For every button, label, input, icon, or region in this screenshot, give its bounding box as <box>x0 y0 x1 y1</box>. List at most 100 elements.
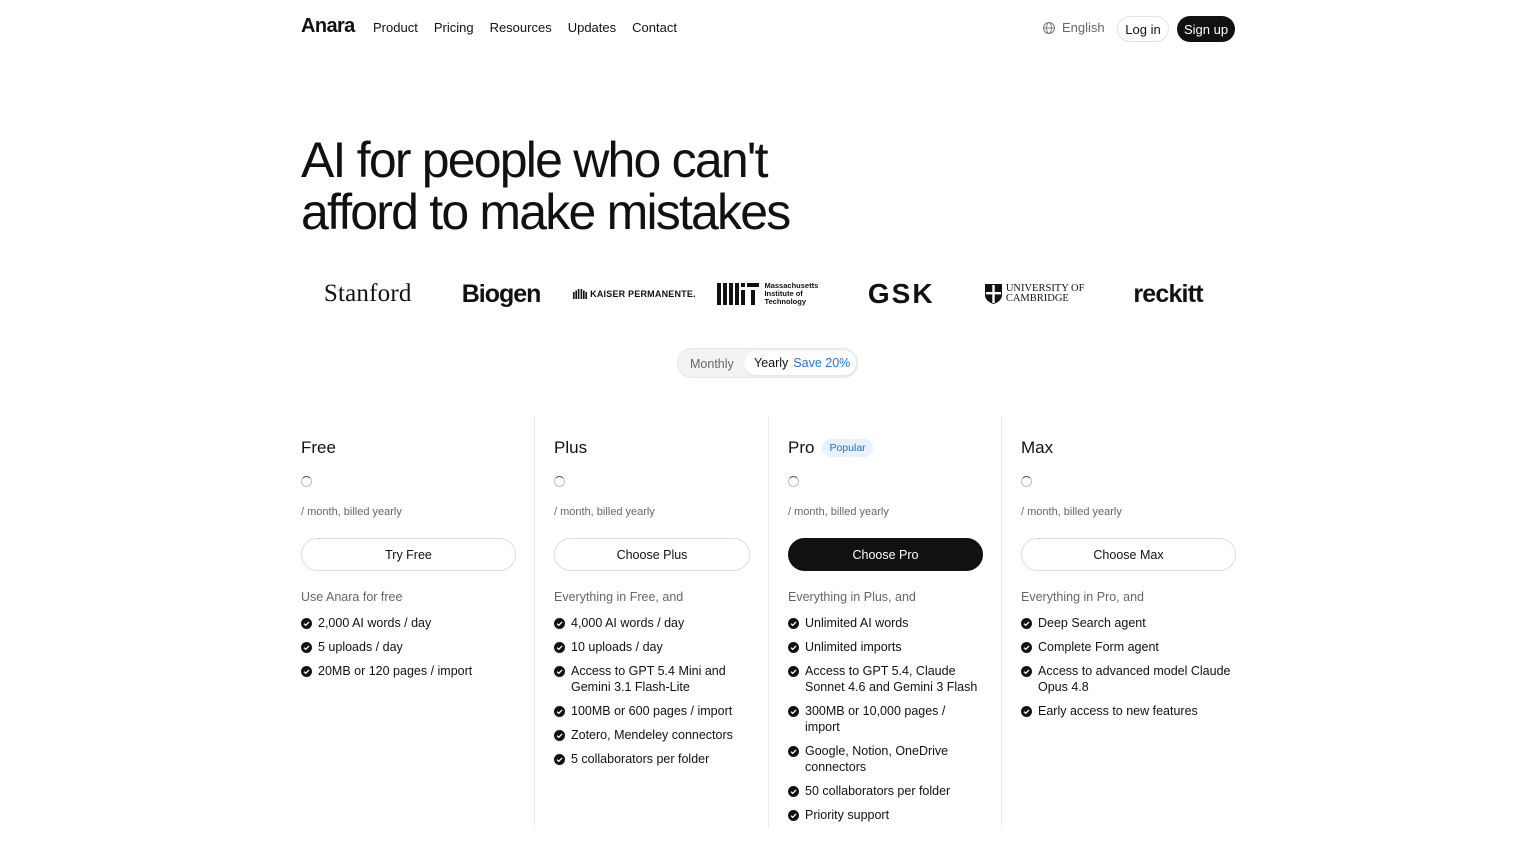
list-item: 50 collaborators per folder <box>788 783 983 799</box>
kaiser-symbol-icon <box>573 289 588 299</box>
check-circle-icon <box>788 641 799 653</box>
mit-line-3: Technology <box>764 297 806 306</box>
nav-link-product[interactable]: Product <box>373 20 418 35</box>
plan-card-plus: Plus / month, billed yearly Choose Plus … <box>554 416 750 836</box>
logo-reckitt: reckitt <box>1133 279 1203 308</box>
feature-list: Deep Search agent Complete Form agent Ac… <box>1021 615 1236 727</box>
customer-logos: Stanford Biogen KAISER PERMANENTE. Massa… <box>301 272 1235 316</box>
pricing-plans: Free / month, billed yearly Try Free Use… <box>301 416 1236 836</box>
feature-list: 4,000 AI words / day 10 uploads / day Ac… <box>554 615 750 775</box>
check-circle-icon <box>554 641 565 653</box>
billing-period: / month, billed yearly <box>788 506 889 518</box>
language-selector[interactable]: English <box>1042 20 1105 35</box>
billing-period: / month, billed yearly <box>554 506 655 518</box>
list-item: Access to GPT 5.4 Mini and Gemini 3.1 Fl… <box>554 663 750 695</box>
plan-divider <box>768 416 769 828</box>
anara-logo[interactable]: Anara <box>301 15 355 38</box>
choose-max-button[interactable]: Choose Max <box>1021 538 1236 571</box>
check-circle-icon <box>554 705 565 717</box>
list-item: Priority support <box>788 807 983 823</box>
nav-link-resources[interactable]: Resources <box>490 20 552 35</box>
check-circle-icon <box>554 753 565 765</box>
check-circle-icon <box>554 617 565 629</box>
list-item: Zotero, Mendeley connectors <box>554 727 750 743</box>
nav-links: Product Pricing Resources Updates Contac… <box>373 20 677 35</box>
check-circle-icon <box>788 809 799 821</box>
check-circle-icon <box>1021 617 1032 629</box>
cambridge-shield-icon <box>984 284 1002 304</box>
feature-list: Unlimited AI words Unlimited imports Acc… <box>788 615 983 831</box>
plan-card-free: Free / month, billed yearly Try Free Use… <box>301 416 516 836</box>
check-circle-icon <box>788 785 799 797</box>
save-badge: Save 20% <box>793 356 851 370</box>
globe-icon <box>1043 21 1055 34</box>
list-item: 4,000 AI words / day <box>554 615 750 631</box>
top-nav: Anara Product Pricing Resources Updates … <box>0 0 1536 56</box>
hero-line-1: AI for people who can't <box>301 132 768 188</box>
loading-spinner-icon <box>788 476 799 487</box>
plan-card-max: Max / month, billed yearly Choose Max Ev… <box>1021 416 1236 836</box>
logo-stanford: Stanford <box>323 280 412 307</box>
plan-lead: Use Anara for free <box>301 590 403 604</box>
check-circle-icon <box>788 745 799 757</box>
nav-link-contact[interactable]: Contact <box>632 20 677 35</box>
signup-button[interactable]: Sign up <box>1177 16 1235 42</box>
check-circle-icon <box>554 729 565 741</box>
plan-lead: Everything in Pro, and <box>1021 590 1144 604</box>
check-circle-icon <box>554 665 565 677</box>
billing-period: / month, billed yearly <box>301 506 402 518</box>
kaiser-wordmark: KAISER PERMANENTE. <box>590 289 696 299</box>
list-item: Access to GPT 5.4, Claude Sonnet 4.6 and… <box>788 663 983 695</box>
toggle-yearly-label: Yearly <box>754 356 789 370</box>
loading-spinner-icon <box>1021 476 1032 487</box>
list-item: Early access to new features <box>1021 703 1236 719</box>
list-item: 100MB or 600 pages / import <box>554 703 750 719</box>
feature-list: 2,000 AI words / day 5 uploads / day 20M… <box>301 615 516 687</box>
check-circle-icon <box>301 617 312 629</box>
plan-name: Free <box>301 438 336 457</box>
popular-badge: Popular <box>822 439 873 457</box>
check-circle-icon <box>301 665 312 677</box>
check-circle-icon <box>1021 705 1032 717</box>
plan-name: Max <box>1021 438 1054 457</box>
plan-name: Pro Popular <box>788 438 873 458</box>
logo-kaiser-permanente: KAISER PERMANENTE. <box>568 272 701 316</box>
check-circle-icon <box>788 705 799 717</box>
hero-heading: AI for people who can't afford to make m… <box>301 134 921 238</box>
list-item: 5 collaborators per folder <box>554 751 750 767</box>
check-circle-icon <box>788 665 799 677</box>
check-circle-icon <box>1021 641 1032 653</box>
billing-period: / month, billed yearly <box>1021 506 1122 518</box>
mit-mark-icon <box>717 283 760 305</box>
plan-lead: Everything in Free, and <box>554 590 684 604</box>
choose-plus-button[interactable]: Choose Plus <box>554 538 750 571</box>
cambridge-line-2: CAMBRIDGE <box>1005 293 1069 304</box>
list-item: Unlimited imports <box>788 639 983 655</box>
list-item: 20MB or 120 pages / import <box>301 663 516 679</box>
choose-pro-button[interactable]: Choose Pro <box>788 538 983 571</box>
try-free-button[interactable]: Try Free <box>301 538 516 571</box>
toggle-yearly[interactable]: Yearly Save 20% <box>744 351 856 375</box>
logo-biogen: Biogen <box>461 279 542 308</box>
list-item: Access to advanced model Claude Opus 4.8 <box>1021 663 1236 695</box>
nav-link-updates[interactable]: Updates <box>568 20 616 35</box>
list-item: Complete Form agent <box>1021 639 1236 655</box>
list-item: 10 uploads / day <box>554 639 750 655</box>
plan-name: Plus <box>554 438 588 457</box>
list-item: Deep Search agent <box>1021 615 1236 631</box>
toggle-monthly[interactable]: Monthly <box>690 357 734 371</box>
plan-card-pro: Pro Popular / month, billed yearly Choos… <box>788 416 983 836</box>
list-item: 2,000 AI words / day <box>301 615 516 631</box>
nav-link-pricing[interactable]: Pricing <box>434 20 474 35</box>
loading-spinner-icon <box>554 476 565 487</box>
list-item: Unlimited AI words <box>788 615 983 631</box>
list-item: 5 uploads / day <box>301 639 516 655</box>
language-label: English <box>1062 20 1105 35</box>
plan-divider <box>1001 416 1002 828</box>
logo-mit: Massachusetts Institute of Technology <box>701 272 834 316</box>
login-button[interactable]: Log in <box>1117 16 1169 42</box>
logo-cambridge: UNIVERSITY OF CAMBRIDGE <box>968 272 1101 316</box>
loading-spinner-icon <box>301 476 312 487</box>
logo-gsk: GSK <box>867 278 935 309</box>
plan-divider <box>534 416 535 828</box>
